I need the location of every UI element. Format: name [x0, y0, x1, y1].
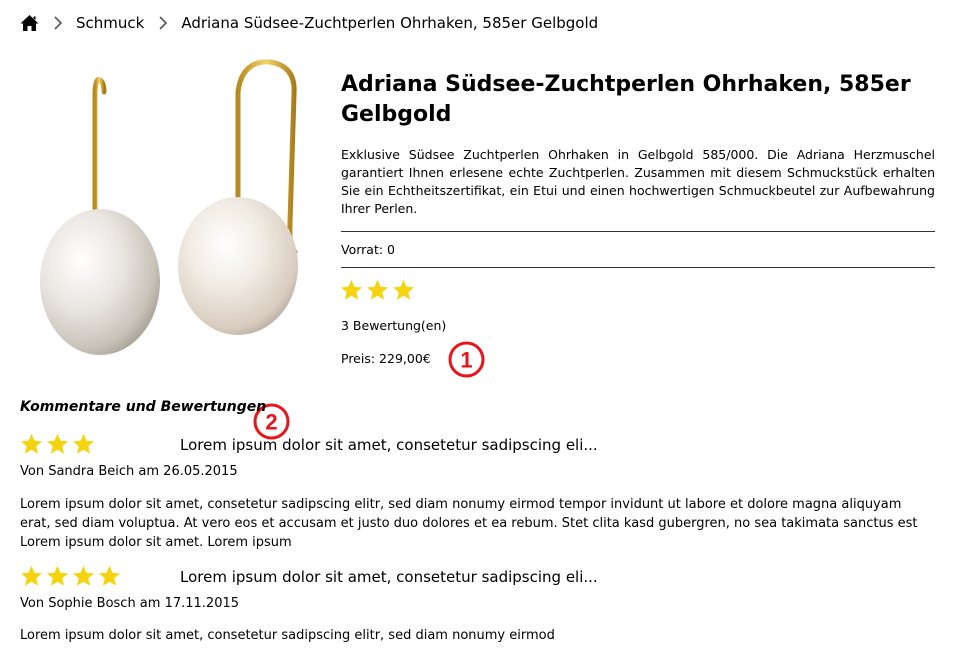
star-icon — [46, 565, 69, 586]
star-icon — [72, 433, 95, 454]
breadcrumb-current: Adriana Südsee-Zuchtperlen Ohrhaken, 585… — [181, 14, 599, 32]
star-icon — [46, 433, 69, 454]
review-2-body: Lorem ipsum dolor sit amet, consetetur s… — [20, 628, 555, 643]
product-description: Exklusive Südsee Zuchtperlen Ohrhaken in… — [341, 147, 935, 216]
reviews-heading: Kommentare und Bewertungen — [20, 399, 267, 415]
review-1-body: Lorem ipsum dolor sit amet, consetetur s… — [20, 497, 918, 550]
review-1-meta: Von Sandra Beich am 26.05.2015 — [20, 464, 238, 479]
star-icon — [20, 565, 43, 586]
review-1-title[interactable]: Lorem ipsum dolor sit amet, consetetur s… — [180, 436, 598, 454]
product-rating-stars — [340, 279, 415, 301]
star-icon — [366, 279, 389, 300]
review-2-meta: Von Sophie Bosch am 17.11.2015 — [20, 596, 240, 611]
rating-count: 3 Bewertung(en) — [341, 318, 447, 333]
divider — [341, 267, 935, 268]
product-price: Preis: 229,00€ — [341, 351, 431, 366]
home-icon[interactable] — [20, 14, 39, 32]
divider — [341, 231, 935, 232]
product-image — [20, 52, 302, 355]
product-title: Adriana Südsee-Zuchtperlen Ohrhaken, 585… — [341, 72, 911, 127]
annotation-marker-1: 1 — [448, 341, 485, 378]
chevron-right-icon — [53, 16, 63, 30]
star-icon — [20, 433, 43, 454]
star-icon — [392, 279, 415, 300]
annotation-marker-2-label: 2 — [265, 410, 277, 435]
star-icon — [340, 279, 363, 300]
annotation-marker-1-label: 1 — [460, 348, 472, 373]
star-icon — [98, 565, 121, 586]
breadcrumb-link-schmuck[interactable]: Schmuck — [76, 14, 144, 32]
star-icon — [72, 565, 95, 586]
review-1-stars — [20, 433, 95, 455]
review-2-stars — [20, 565, 121, 587]
review-2-title[interactable]: Lorem ipsum dolor sit amet, consetetur s… — [180, 568, 598, 586]
stock-status: Vorrat: 0 — [341, 242, 395, 257]
breadcrumb: Schmuck Adriana Südsee-Zuchtperlen Ohrha… — [20, 12, 598, 34]
chevron-right-icon — [158, 16, 168, 30]
